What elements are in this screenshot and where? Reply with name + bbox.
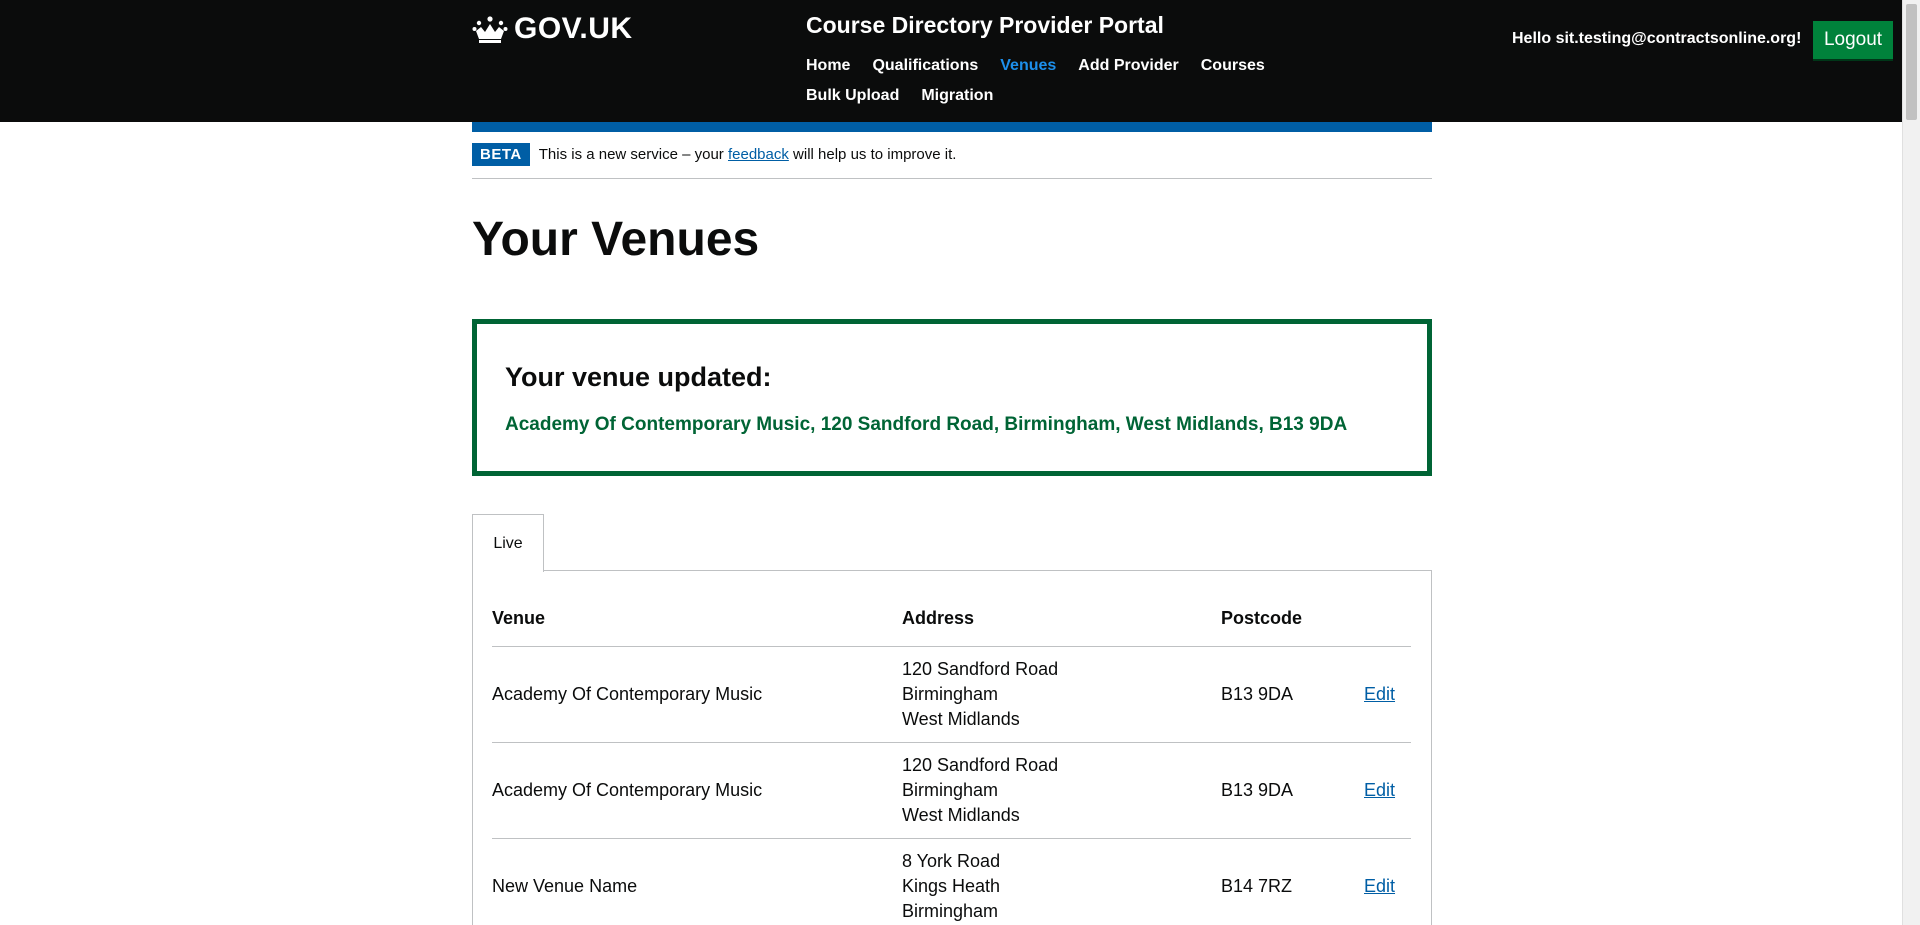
venue-postcode: B13 9DA [1221,646,1364,743]
govuk-logo-link[interactable]: GOV.UK [472,12,633,46]
logout-button[interactable]: Logout [1813,21,1893,59]
confirmation-body: Academy Of Contemporary Music, 120 Sandf… [505,414,1348,435]
edit-link[interactable]: Edit [1364,780,1395,800]
beta-text: This is a new service – your feedback wi… [539,143,957,167]
user-greeting: Hello sit.testing@contractsonline.org! [1512,30,1802,47]
table-row: New Venue Name 8 York Road Kings Heath B… [492,838,1411,925]
venue-address: 120 Sandford Road Birmingham West Midlan… [902,742,1221,839]
confirmation-panel: Your venue updated: Academy Of Contempor… [472,319,1432,476]
edit-link[interactable]: Edit [1364,684,1395,704]
edit-link[interactable]: Edit [1364,876,1395,896]
venue-name: New Venue Name [492,838,902,925]
address-line: Birmingham [902,779,999,800]
logo-text: GOV.UK [514,12,633,45]
column-header-venue: Venue [492,592,902,647]
nav-migration[interactable]: Migration [921,86,993,106]
beta-tag: BETA [472,143,530,166]
nav-qualifications[interactable]: Qualifications [872,56,978,76]
column-header-postcode: Postcode [1221,592,1364,647]
nav-courses[interactable]: Courses [1201,56,1265,76]
address-line: 8 York Road [902,850,1001,871]
scrollbar-thumb[interactable] [1906,4,1917,120]
column-header-action [1364,592,1411,647]
crown-icon [472,16,508,43]
table-row: Academy Of Contemporary Music 120 Sandfo… [492,646,1411,743]
venue-postcode: B13 9DA [1221,742,1364,839]
service-name[interactable]: Course Directory Provider Portal [806,12,1164,39]
main-nav: Home Qualifications Venues Add Provider … [806,56,1366,106]
address-line: 120 Sandford Road [902,754,1059,775]
venue-address: 8 York Road Kings Heath Birmingham [902,838,1221,925]
phase-banner: BETA This is a new service – your feedba… [472,143,1432,179]
confirmation-title: Your venue updated: [505,362,772,392]
venue-address: 120 Sandford Road Birmingham West Midlan… [902,646,1221,743]
address-line: Birmingham [902,900,999,921]
address-line: West Midlands [902,708,1020,729]
header-blue-bar [472,122,1432,132]
nav-home[interactable]: Home [806,56,850,76]
venue-name: Academy Of Contemporary Music [492,646,902,743]
nav-venues[interactable]: Venues [1000,56,1056,76]
beta-text-after: will help us to improve it. [788,146,957,163]
page-title: Your Venues [472,213,760,266]
address-line: Birmingham [902,683,999,704]
table-row: Academy Of Contemporary Music 120 Sandfo… [492,742,1411,839]
tab-live[interactable]: Live [472,514,544,572]
address-line: West Midlands [902,804,1020,825]
address-line: 120 Sandford Road [902,658,1059,679]
page-scrollbar[interactable] [1902,0,1920,925]
site-header: GOV.UK Course Directory Provider Portal … [0,0,1902,122]
column-header-address: Address [902,592,1221,647]
nav-add-provider[interactable]: Add Provider [1078,56,1178,76]
beta-text-before: This is a new service – your [538,146,728,163]
venues-table: Venue Address Postcode Academy Of Contem… [492,592,1411,925]
address-line: Kings Heath [902,875,1001,896]
venue-name: Academy Of Contemporary Music [492,742,902,839]
feedback-link[interactable]: feedback [728,146,789,163]
table-header-row: Venue Address Postcode [492,592,1411,647]
nav-bulk-upload[interactable]: Bulk Upload [806,86,899,106]
venue-postcode: B14 7RZ [1221,838,1364,925]
